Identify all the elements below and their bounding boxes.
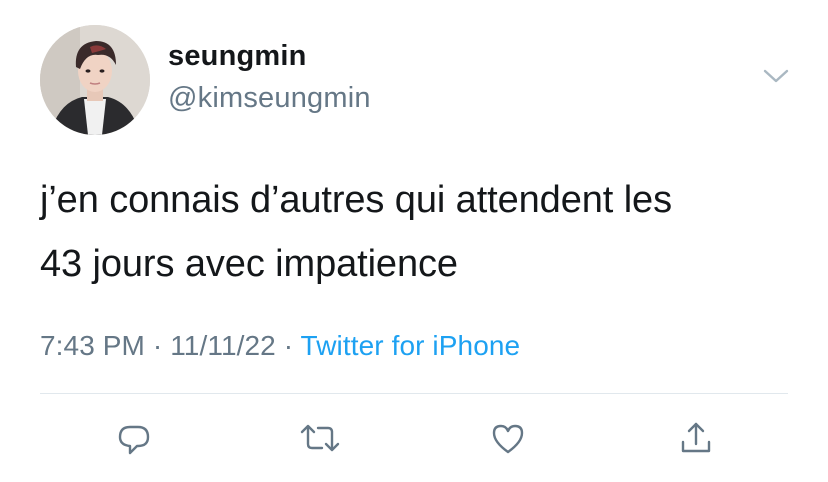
user-handle[interactable]: @kimseungmin: [168, 82, 371, 115]
display-name[interactable]: seungmin: [168, 40, 307, 73]
divider: [40, 393, 788, 394]
tweet-text-line: j’en connais d’autres qui attendent les: [40, 179, 672, 221]
share-button[interactable]: [674, 416, 718, 460]
meta-separator: ·: [283, 330, 294, 361]
tweet-card: seungmin @kimseungmin j’en connais d’aut…: [0, 0, 828, 482]
tweet-source-link[interactable]: Twitter for iPhone: [301, 330, 521, 361]
tweet-meta: 7:43 PM · 11/11/22 · Twitter for iPhone: [40, 330, 520, 362]
like-button[interactable]: [486, 416, 530, 460]
avatar-image: [40, 25, 150, 135]
tweet-time[interactable]: 7:43 PM: [40, 330, 145, 361]
heart-icon: [492, 424, 524, 454]
meta-separator: ·: [152, 330, 163, 361]
tweet-text: j’en connais d’autres qui attendent les …: [40, 168, 800, 296]
avatar[interactable]: [40, 25, 150, 135]
chevron-down-icon[interactable]: [760, 64, 792, 88]
retweet-icon: [300, 424, 340, 452]
retweet-button[interactable]: [298, 416, 342, 460]
tweet-text-line: 43 jours avec impatience: [40, 243, 458, 285]
reply-icon: [118, 425, 150, 455]
reply-button[interactable]: [112, 416, 156, 460]
share-icon: [681, 422, 711, 453]
tweet-date[interactable]: 11/11/22: [170, 330, 276, 361]
